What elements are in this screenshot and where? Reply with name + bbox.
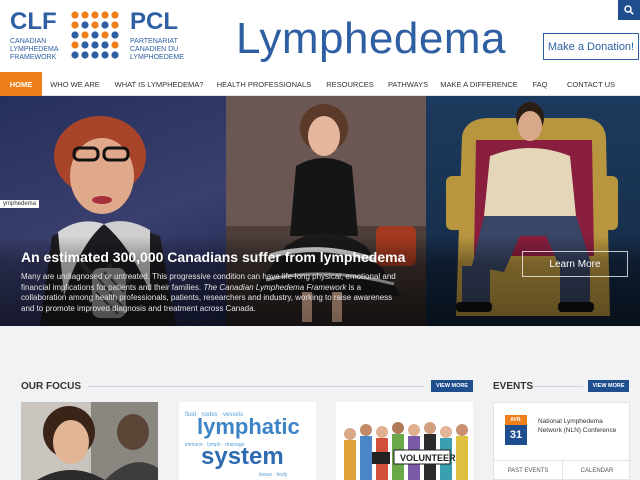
people-photo xyxy=(21,402,158,480)
volunteer-sign-label: VOLUNTEER xyxy=(400,453,456,463)
nav-item-make-a-difference[interactable]: MAKE A DIFFERENCE xyxy=(434,72,524,96)
page: CLF Canadian Lymphedema Framework PCL Pa… xyxy=(0,0,640,480)
search-icon xyxy=(624,5,634,15)
nav-item-faq[interactable]: FAQ xyxy=(524,72,556,96)
hero-slide-tab[interactable]: ymphedema xyxy=(0,200,40,208)
events-heading: EVENTS xyxy=(493,381,534,392)
clf-logo[interactable]: CLF Canadian Lymphedema Framework PCL Pa… xyxy=(10,8,186,68)
site-header: CLF Canadian Lymphedema Framework PCL Pa… xyxy=(0,0,640,72)
tab-calendar[interactable]: CALENDAR xyxy=(562,461,631,480)
logo-pcl-text: PCL xyxy=(130,8,178,35)
logo-clf-text: CLF xyxy=(10,8,57,35)
logo-clf-subtitle: Canadian Lymphedema Framework xyxy=(10,38,59,61)
our-focus-heading: OUR FOCUS xyxy=(21,381,81,392)
events-view-more-button[interactable]: VIEW MORE xyxy=(588,380,629,392)
learn-more-button[interactable]: Learn More xyxy=(522,251,628,277)
site-title: Lymphedema xyxy=(236,14,506,63)
hero-description: Many are undiagnosed or untreated. This … xyxy=(21,272,401,314)
hero-heading: An estimated 300,000 Canadians suffer fr… xyxy=(21,249,406,265)
events-tabs: PAST EVENTS CALENDAR xyxy=(494,460,631,480)
word-cloud-graphic: lymphatic system fluid · nodes · vessels… xyxy=(179,402,316,480)
donate-button[interactable]: Make a Donation! xyxy=(543,33,639,60)
nav-item-home[interactable]: HOME xyxy=(0,72,42,96)
svg-text:tissue · body: tissue · body xyxy=(259,472,288,478)
volunteer-photo: VOLUNTEER xyxy=(336,402,473,480)
main-nav: HOME WHO WE ARE WHAT IS LYMPHEDEMA? HEAL… xyxy=(0,72,640,96)
focus-card-volunteer[interactable]: VOLUNTEER xyxy=(336,402,473,480)
event-title-link[interactable]: National Lymphedema Network (NLN) Confer… xyxy=(538,417,626,435)
nav-item-what-is-lymphedema[interactable]: WHAT IS LYMPHEDEMA? xyxy=(108,72,210,96)
search-button[interactable] xyxy=(618,0,640,20)
logo-pcl-subtitle: Partenariat Canadien du Lymphoedeme xyxy=(130,38,184,61)
nav-item-contact-us[interactable]: CONTACT US xyxy=(556,72,626,96)
event-month: AVR. xyxy=(505,415,527,425)
logo-dots-graphic xyxy=(71,11,119,59)
event-date-badge: AVR. 31 xyxy=(505,415,527,445)
events-panel: AVR. 31 National Lymphedema Network (NLN… xyxy=(493,402,631,480)
hero-slider: ymphedema An estimated 300,000 Canadians… xyxy=(0,96,640,326)
hero-text-italic: The Canadian Lymphedema Framework xyxy=(203,282,347,292)
focus-card-lymphatic-system[interactable]: lymphatic system fluid · nodes · vessels… xyxy=(179,402,316,480)
events-divider xyxy=(533,386,583,387)
focus-card-people[interactable] xyxy=(21,402,158,480)
focus-view-more-button[interactable]: VIEW MORE xyxy=(431,380,473,392)
svg-text:immune · lymph · drainage: immune · lymph · drainage xyxy=(185,442,245,448)
nav-item-who-we-are[interactable]: WHO WE ARE xyxy=(42,72,108,96)
event-day: 31 xyxy=(505,425,527,445)
our-focus-divider xyxy=(88,386,424,387)
tab-past-events[interactable]: PAST EVENTS xyxy=(494,461,562,480)
nav-item-pathways[interactable]: PATHWAYS xyxy=(382,72,434,96)
nav-item-health-professionals[interactable]: HEALTH PROFESSIONALS xyxy=(210,72,318,96)
nav-item-resources[interactable]: RESOURCES xyxy=(318,72,382,96)
svg-text:fluid · nodes · vessels: fluid · nodes · vessels xyxy=(185,412,243,418)
